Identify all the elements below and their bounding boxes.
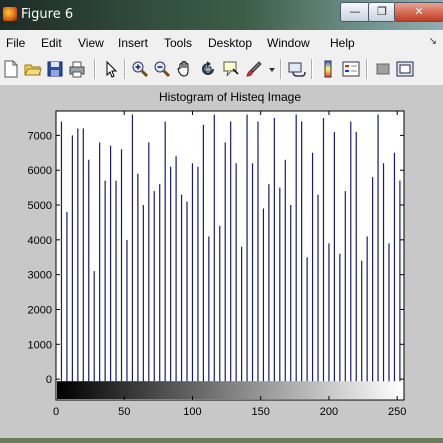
y-tick-label: 4000 xyxy=(28,235,52,247)
y-tick-label: 7000 xyxy=(28,130,52,142)
x-tick-label: 250 xyxy=(388,406,406,418)
x-tick-label: 0 xyxy=(53,406,59,418)
y-tick-label: 5000 xyxy=(28,200,52,212)
x-tick-label: 200 xyxy=(320,406,338,418)
y-tick-label: 0 xyxy=(46,374,52,386)
histogram-chart[interactable]: 0 1000 2000 3000 4000 5000 6000 7000 0 50 100 150 2… xyxy=(0,0,443,443)
y-tick-label: 2000 xyxy=(28,304,52,316)
y-tick-label: 6000 xyxy=(28,165,52,177)
grayscale-colorbar xyxy=(57,381,403,399)
plot-area[interactable] xyxy=(55,110,405,401)
x-tick-label: 150 xyxy=(252,406,270,418)
desktop-background-strip xyxy=(0,438,443,443)
y-tick-label: 3000 xyxy=(28,270,52,282)
y-tick-label: 1000 xyxy=(28,339,52,351)
x-tick-label: 50 xyxy=(118,406,130,418)
x-tick-label: 100 xyxy=(183,406,201,418)
